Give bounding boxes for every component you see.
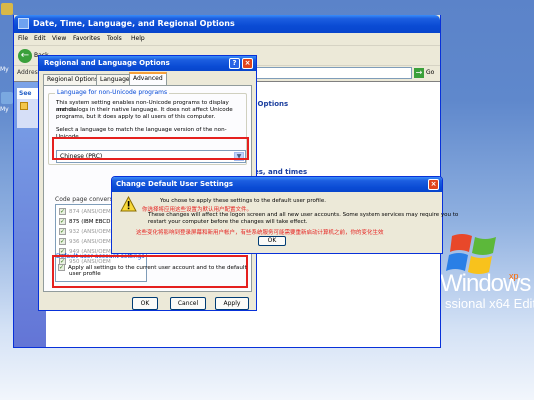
list-item[interactable]: ✓ 936 (ANSI/OEM [59,238,111,247]
menu-bar: File Edit View Favorites Tools Help [14,33,440,46]
codepage-label-text: 932 (ANSI/OEM [69,229,111,235]
codepage-label-text: 874 (ANSI/OEM [69,209,111,215]
go-button[interactable]: → Go [414,67,440,79]
codepage-label-text: 875 (IBM EBCDIC [69,219,116,225]
checkbox[interactable]: ✓ [59,238,66,245]
menu-favorites[interactable]: Favorites [73,35,100,42]
cancel-button[interactable]: Cancel [170,297,206,310]
desktop-icon-label: My [0,66,9,73]
default-user-group [49,308,254,342]
task-link[interactable]: es, and times [254,168,307,176]
menu-tools[interactable]: Tools [107,35,122,42]
list-item[interactable]: ✓ 875 (IBM EBCDIC [59,218,116,227]
list-item[interactable]: ✓ 932 (ANSI/OEM [59,228,111,237]
apply-button[interactable]: Apply [215,297,249,310]
help-icon[interactable]: ? [229,58,240,69]
tab-regional-options[interactable]: Regional Options [43,74,102,85]
my-computer-icon[interactable] [1,92,13,104]
dialog-titlebar[interactable]: Change Default User Settings × [112,177,442,192]
group-title: Language for non-Unicode programs [55,89,170,96]
menu-help[interactable]: Help [131,35,145,42]
folder-icon [20,102,28,110]
menu-view[interactable]: View [52,35,66,42]
close-icon[interactable]: × [242,58,253,69]
apply-all-label-line2: user profile [69,271,101,277]
tab-advanced[interactable]: Advanced [129,72,167,85]
dialog-title: Regional and Language Options [44,59,170,67]
change-default-user-dialog: Change Default User Settings × You chose… [111,176,458,254]
menu-edit[interactable]: Edit [34,35,46,42]
desktop-icon-label: My [0,106,9,113]
control-panel-icon [18,18,29,29]
menu-file[interactable]: File [18,35,28,42]
ok-button[interactable]: OK [258,236,286,246]
checkbox[interactable]: ✓ [59,208,66,215]
message-line: You chose to apply these settings to the… [160,198,326,204]
ok-button[interactable]: OK [132,297,158,310]
dialog-title: Change Default User Settings [116,180,234,188]
description-line: programs, but it does apply to all users… [56,114,216,120]
go-label: Go [426,69,435,76]
desktop-icon-column: My My [0,0,14,400]
back-arrow-icon[interactable]: ← [18,49,32,63]
checkbox[interactable]: ✓ [59,228,66,235]
message-line: restart your computer before the changes… [148,219,308,225]
codepage-label-text: 936 (ANSI/OEM [69,239,111,245]
message-line: These changes will affect the logon scre… [148,212,459,218]
my-documents-icon[interactable] [1,3,13,15]
close-icon[interactable]: × [428,179,439,190]
dialog-titlebar[interactable]: Regional and Language Options ? × [39,56,256,71]
warning-icon [120,196,137,212]
go-arrow-icon: → [414,68,424,78]
explorer-title: Date, Time, Language, and Regional Optio… [33,19,235,28]
list-item[interactable]: ✓ 874 (ANSI/OEM [59,208,111,217]
language-highlight-box [52,137,249,160]
message-line-chinese: 这些变化将影响到登录屏幕和新用户帐户，有些系统服务可能需要重新启动计算机之前，你… [136,230,384,236]
description-line: and dialogs in their native language. It… [56,107,233,113]
edition-brand-text: ssional x64 Edition [445,296,534,311]
apply-all-checkbox[interactable]: ✓ [58,264,65,271]
xp-brand-text: xp [509,271,519,281]
explorer-titlebar[interactable]: Date, Time, Language, and Regional Optio… [14,15,440,33]
checkbox[interactable]: ✓ [59,218,66,225]
